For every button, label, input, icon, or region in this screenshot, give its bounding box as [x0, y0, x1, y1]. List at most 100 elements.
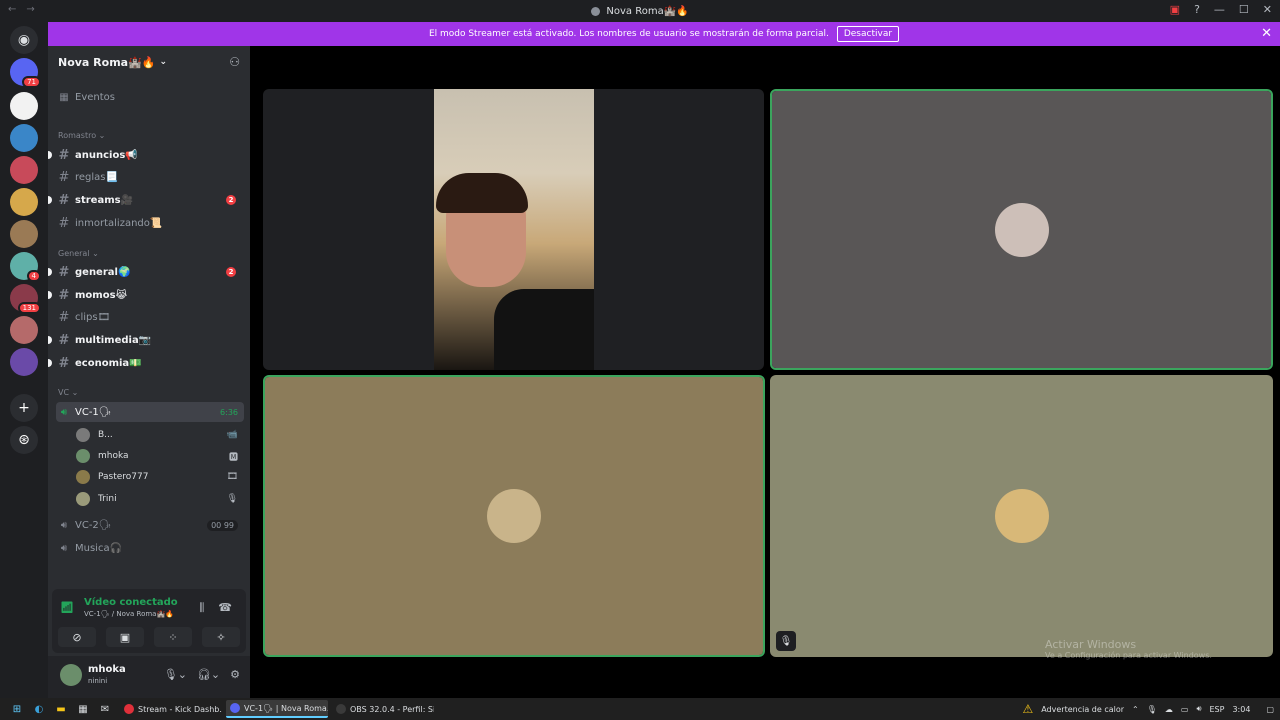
unread-indicator: [48, 196, 52, 204]
category-general[interactable]: General ⌄: [58, 249, 99, 258]
cloud-icon[interactable]: ☁: [1165, 705, 1173, 714]
activities-button[interactable]: ⁘: [154, 627, 192, 647]
voice-connection-panel: 📶︎ Vídeo conectado VC-1🗣 / Nova Roma🏰🔥 ⫼…: [52, 589, 246, 653]
speaker-icon: 🔊︎: [60, 542, 68, 554]
avatar: [76, 449, 90, 463]
server-icon[interactable]: [10, 316, 38, 344]
invite-people-icon[interactable]: ⚇: [229, 55, 240, 69]
video-tile-4[interactable]: 🎙︎: [770, 375, 1273, 657]
file-explorer-icon[interactable]: ▬: [50, 698, 72, 720]
add-server-icon[interactable]: +: [10, 394, 38, 422]
voice-channel-musica[interactable]: 🔊︎ Musica🎧: [56, 538, 244, 558]
guild-header[interactable]: Nova Roma🏰🔥 ⌄ ⚇: [48, 46, 250, 78]
video-tile-camera[interactable]: [263, 89, 764, 370]
channel-name: reglas📃: [75, 171, 118, 183]
camera-off-button[interactable]: ⊘: [58, 627, 96, 647]
hash-icon: #: [58, 332, 70, 348]
guild-name: Nova Roma🏰🔥: [58, 55, 156, 69]
user-panel: mhoka ninini 🎙︎⌄ 🎧︎⌄ ⚙: [48, 656, 250, 698]
notification-icon[interactable]: ▢: [1266, 705, 1274, 714]
server-icon[interactable]: [10, 220, 38, 248]
inbox-icon[interactable]: ▣: [1170, 3, 1180, 16]
disable-streamer-button[interactable]: Desactivar: [836, 26, 900, 42]
close-icon[interactable]: ✕: [1261, 26, 1272, 41]
minimize-button[interactable]: —: [1214, 3, 1225, 16]
forward-arrow-icon[interactable]: →: [26, 4, 34, 15]
user-status: ninini: [88, 677, 108, 685]
channel-item[interactable]: # general🌍 2: [48, 262, 244, 282]
server-icon[interactable]: 131: [10, 284, 41, 314]
muted-microphone-icon: 🎙︎: [776, 631, 796, 651]
server-icon[interactable]: [10, 92, 38, 120]
app-label: Stream - Kick Dashb...: [138, 704, 222, 714]
taskbar-app[interactable]: Stream - Kick Dashb...: [120, 700, 222, 718]
mention-badge: 2: [226, 195, 236, 205]
channel-item[interactable]: # economia💵: [48, 353, 244, 373]
noise-suppression-icon[interactable]: ⫼: [199, 601, 204, 615]
camera-feed: [434, 89, 594, 370]
channel-name: streams🎥: [75, 194, 134, 206]
close-window-button[interactable]: ✕: [1263, 3, 1272, 16]
explore-icon[interactable]: ⊛: [10, 426, 38, 454]
heat-warning[interactable]: Advertencia de calor: [1041, 705, 1124, 714]
server-icon[interactable]: [10, 188, 38, 216]
watermark-subtitle: Ve a Configuración para activar Windows.: [1045, 651, 1212, 660]
soundboard-button[interactable]: ✧: [202, 627, 240, 647]
app-icon: [230, 703, 240, 713]
video-tile-2[interactable]: [770, 89, 1273, 370]
server-icon[interactable]: [10, 124, 38, 152]
channel-item[interactable]: # anuncios📢: [48, 145, 244, 165]
discord-home-icon[interactable]: ◉: [10, 26, 38, 54]
voice-channel-vc2[interactable]: 🔊︎ VC-2🗣 00 99: [56, 515, 244, 535]
server-icon[interactable]: [10, 348, 38, 376]
channel-item[interactable]: # clips🎞: [56, 307, 244, 327]
start-icon[interactable]: ⊞: [6, 698, 28, 720]
category-romastro[interactable]: Romastro ⌄: [58, 131, 105, 140]
taskbar-app[interactable]: OBS 32.0.4 - Perfil: Si...: [332, 700, 434, 718]
channel-item[interactable]: # reglas📃: [56, 167, 244, 187]
volume-icon[interactable]: 🔊︎: [1196, 704, 1201, 714]
back-arrow-icon[interactable]: ←: [8, 4, 16, 15]
app-label: OBS 32.0.4 - Perfil: Si...: [350, 704, 434, 714]
category-vc[interactable]: VC ⌄: [58, 388, 78, 397]
voice-member[interactable]: Trini 🎙: [76, 489, 242, 509]
hash-icon: #: [58, 147, 70, 163]
server-icon[interactable]: 71: [10, 58, 41, 88]
language-indicator[interactable]: ESP: [1210, 705, 1225, 714]
signal-icon[interactable]: 📶︎: [60, 601, 74, 614]
headphones-icon[interactable]: 🎧︎⌄: [197, 668, 220, 681]
channel-item[interactable]: # multimedia📷: [48, 330, 244, 350]
avatar[interactable]: [60, 664, 82, 686]
avatar: [994, 489, 1049, 543]
server-icon[interactable]: [10, 156, 38, 184]
person-shirt: [494, 289, 594, 370]
network-icon[interactable]: ▭: [1181, 705, 1189, 714]
channel-item[interactable]: # inmortalizando📜: [56, 213, 244, 233]
channel-item[interactable]: # streams🎥 2: [48, 190, 244, 210]
mail-icon[interactable]: ✉: [94, 698, 116, 720]
voice-member[interactable]: Pastero777 🎞: [76, 467, 242, 487]
voice-member[interactable]: B... 📹: [76, 425, 242, 445]
events-item[interactable]: ▦ Eventos: [56, 87, 244, 107]
voice-member[interactable]: mhoka 🅼: [76, 446, 242, 466]
edge-icon[interactable]: ◐: [28, 698, 50, 720]
taskbar-app[interactable]: VC-1🗣 | Nova Roma...: [226, 700, 328, 718]
chevron-up-icon[interactable]: ⌃: [1132, 705, 1139, 714]
microphone-icon[interactable]: 🎙︎⌄: [164, 668, 187, 681]
video-tile-3[interactable]: [263, 375, 765, 657]
maximize-button[interactable]: ☐: [1239, 3, 1249, 16]
channel-item[interactable]: # momos😹: [48, 285, 244, 305]
voice-channel-vc1[interactable]: 🔊︎ VC-1🗣 6:36: [56, 402, 244, 422]
voice-location[interactable]: VC-1🗣 / Nova Roma🏰🔥: [84, 610, 174, 618]
speaker-icon: 🔊︎: [60, 519, 68, 531]
clock[interactable]: 3:04: [1232, 705, 1250, 714]
warning-icon[interactable]: ⚠: [1022, 702, 1033, 716]
help-icon[interactable]: ?: [1194, 3, 1200, 16]
disconnect-icon[interactable]: ☎: [218, 601, 232, 615]
microphone-icon[interactable]: 🎙︎: [1147, 705, 1157, 714]
unread-indicator: [48, 151, 52, 159]
gear-icon[interactable]: ⚙: [230, 668, 240, 681]
server-icon[interactable]: 4: [10, 252, 41, 282]
screen-share-button[interactable]: ▣: [106, 627, 144, 647]
calculator-icon[interactable]: ▦: [72, 698, 94, 720]
